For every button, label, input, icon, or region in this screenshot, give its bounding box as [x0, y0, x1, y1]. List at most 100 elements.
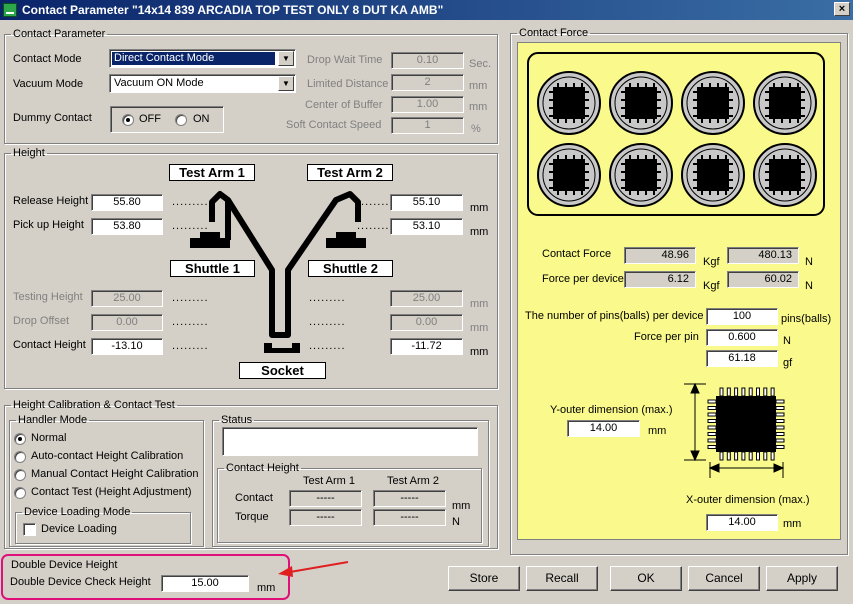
torque-arm1-value: -----	[289, 509, 362, 526]
release-height-dots-1: .........	[172, 196, 209, 208]
mode-normal-radio[interactable]	[14, 433, 26, 445]
drop-offset-dots-1: .........	[172, 316, 209, 328]
double-device-legend: Double Device Height	[11, 559, 118, 571]
mode-contact-test-label[interactable]: Contact Test (Height Adjustment)	[31, 486, 192, 498]
chip-pin	[726, 451, 731, 461]
contact-height-label: Contact Height	[13, 339, 86, 351]
contact-arm1-value: -----	[289, 490, 362, 507]
ok-button[interactable]: OK	[610, 566, 682, 591]
contact-height-dots-2: .........	[309, 340, 346, 352]
store-button[interactable]: Store	[448, 566, 520, 591]
testing-height-label: Testing Height	[13, 291, 83, 303]
contact-height-result-legend: Contact Height	[226, 462, 299, 474]
chip-pin	[707, 419, 717, 423]
chip-pin	[756, 387, 760, 397]
force-per-device-n-unit: N	[805, 280, 813, 292]
mode-normal-label[interactable]: Normal	[31, 432, 66, 444]
x-outer-field[interactable]: 14.00	[706, 514, 778, 531]
device-chip	[553, 159, 585, 191]
chip-pin	[707, 432, 717, 436]
device-socket	[609, 143, 673, 207]
contact-row-unit: mm	[452, 500, 471, 512]
device-socket	[681, 143, 745, 207]
force-per-pin-gf-unit: gf	[783, 357, 793, 369]
shuttle-2-top	[336, 232, 356, 240]
socket-cavity	[272, 343, 292, 348]
test-arm-2-label: Test Arm 2	[307, 164, 393, 181]
release-height-unit: mm	[470, 202, 489, 214]
chip-pin	[756, 451, 760, 461]
chip-pin	[707, 445, 717, 449]
drop-offset-arm2-field[interactable]: 0.00	[390, 314, 463, 331]
cancel-button[interactable]: Cancel	[688, 566, 760, 591]
chip-pin	[707, 425, 717, 430]
double-device-check-field[interactable]: 15.00	[161, 575, 249, 592]
mode-manual-contact-label[interactable]: Manual Contact Height Calibration	[31, 468, 199, 480]
mode-manual-contact-radio[interactable]	[14, 469, 26, 481]
device-chip	[769, 87, 801, 119]
apply-button[interactable]: Apply	[766, 566, 838, 591]
device-socket	[537, 143, 601, 207]
col-test-arm-1: Test Arm 1	[303, 475, 355, 487]
pins-per-device-field[interactable]: 100	[706, 308, 778, 325]
recall-button[interactable]: Recall	[526, 566, 598, 591]
contact-parameter-window: Contact Parameter "14x14 839 ARCADIA TOP…	[0, 0, 853, 604]
force-per-device-kgf-unit: Kgf	[703, 280, 720, 292]
force-per-device-n: 60.02	[727, 271, 799, 288]
chip-pin	[734, 451, 739, 461]
package-dimension-diagram	[684, 382, 785, 478]
y-outer-label: Y-outer dimension (max.)	[550, 404, 673, 416]
contact-height-arm1-field[interactable]: -13.10	[91, 338, 163, 355]
drop-offset-arm1-field[interactable]: 0.00	[91, 314, 163, 331]
device-loading-checkbox[interactable]	[23, 523, 36, 536]
col-test-arm-2: Test Arm 2	[387, 475, 439, 487]
chip-pin	[748, 387, 753, 397]
y-outer-unit: mm	[648, 425, 667, 437]
force-per-pin-gf: 61.18	[706, 350, 778, 367]
contact-height-unit: mm	[470, 346, 489, 358]
release-height-arm1-field[interactable]: 55.80	[91, 194, 163, 211]
chip-pin	[707, 399, 717, 404]
device-socket	[753, 71, 817, 135]
device-chip	[697, 87, 729, 119]
drop-offset-dots-2: .........	[309, 316, 346, 328]
device-chip	[697, 159, 729, 191]
pickup-height-dots-1: .........	[172, 220, 209, 232]
contact-height-arm2-field[interactable]: -11.72	[390, 338, 463, 355]
device-socket	[681, 71, 745, 135]
chip-pin	[775, 419, 785, 423]
testing-height-arm1-field[interactable]: 25.00	[91, 290, 163, 307]
mode-contact-test-radio[interactable]	[14, 487, 26, 499]
double-device-check-label: Double Device Check Height	[10, 576, 151, 588]
device-socket	[609, 71, 673, 135]
device-loading-label[interactable]: Device Loading	[41, 523, 117, 535]
chip-body	[716, 396, 776, 452]
handler-mode-legend: Handler Mode	[18, 414, 88, 426]
status-legend: Status	[221, 414, 253, 426]
x-outer-unit: mm	[783, 518, 802, 530]
pickup-height-arm1-field[interactable]: 53.80	[91, 218, 163, 235]
mode-auto-contact-label[interactable]: Auto-contact Height Calibration	[31, 450, 183, 462]
status-display	[222, 427, 478, 456]
close-button[interactable]: ×	[834, 2, 850, 16]
force-per-pin-n: 0.600	[706, 329, 778, 346]
chip-pin	[719, 387, 724, 397]
shuttle-1-top	[200, 232, 220, 240]
testing-height-arm2-field[interactable]: 25.00	[390, 290, 463, 307]
calibration-legend: Height Calibration & Contact Test	[13, 399, 175, 411]
pickup-height-arm2-field[interactable]: 53.10	[390, 218, 463, 235]
y-outer-field[interactable]: 14.00	[567, 420, 640, 437]
release-height-arm2-field[interactable]: 55.10	[390, 194, 463, 211]
testing-height-dots-2: .........	[309, 292, 346, 304]
shuttle-2-label: Shuttle 2	[308, 260, 393, 277]
socket-label: Socket	[239, 362, 326, 379]
chip-pin	[775, 425, 785, 430]
chip-pin	[726, 387, 731, 397]
chip-pin	[748, 451, 753, 461]
contact-row-label: Contact	[235, 492, 273, 504]
chip-pin	[707, 406, 717, 410]
mode-auto-contact-radio[interactable]	[14, 451, 26, 463]
device-chip	[769, 159, 801, 191]
pickup-height-label: Pick up Height	[13, 219, 84, 231]
chip-pin	[741, 387, 746, 397]
